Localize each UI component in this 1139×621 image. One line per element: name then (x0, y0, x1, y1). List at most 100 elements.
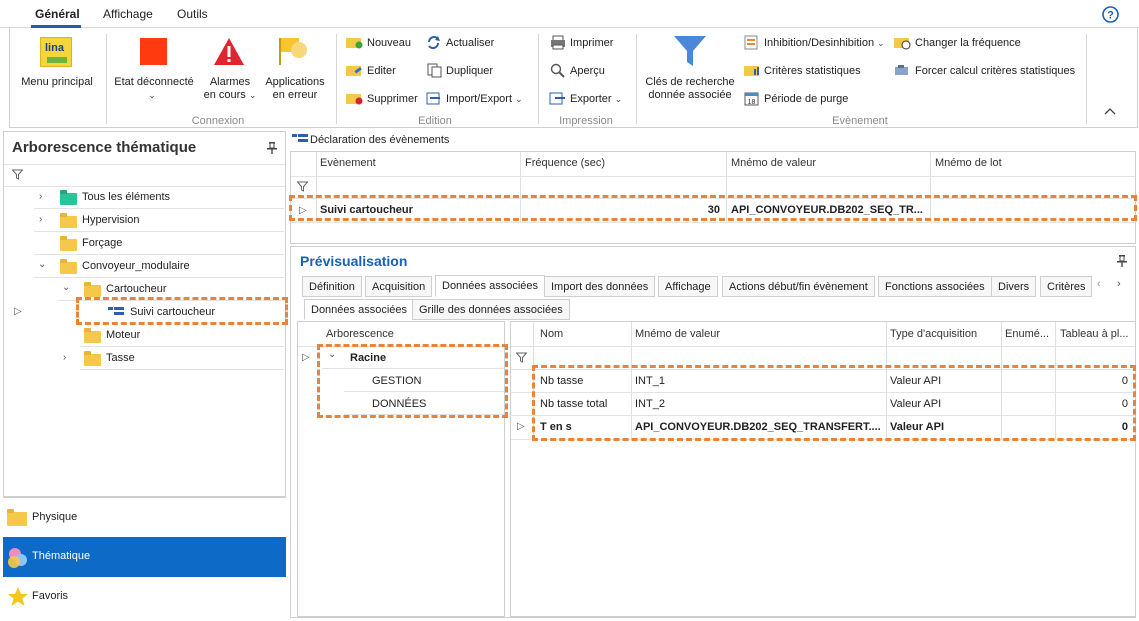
nav-thematique[interactable]: Thématique (3, 537, 286, 577)
dupliquer-button[interactable]: Dupliquer (446, 65, 493, 77)
tree-item-cartoucheur[interactable]: Cartoucheur (106, 283, 167, 295)
tab-affichage[interactable]: Affichage (658, 276, 718, 297)
separator (1086, 34, 1087, 124)
collapse-arrow-icon[interactable]: ⌄ (38, 259, 46, 270)
expand-arrow-icon[interactable]: › (39, 214, 42, 225)
thematique-icon (8, 548, 27, 568)
stats-folder-icon (744, 66, 759, 76)
filter-icon[interactable] (516, 352, 527, 363)
col-tableau[interactable]: Tableau à pl... (1060, 328, 1129, 340)
group-impression-label: Impression (559, 115, 613, 127)
alarm-warning-icon[interactable] (213, 36, 245, 66)
pin-icon[interactable] (1117, 255, 1127, 267)
tab-donnees-associees[interactable]: Données associées (435, 275, 546, 297)
etat-deconnecte-button[interactable]: Etat déconnecté (110, 76, 198, 89)
actualiser-button[interactable]: Actualiser (446, 37, 494, 49)
col-nom[interactable]: Nom (540, 328, 563, 340)
nav-favoris[interactable]: Favoris (3, 577, 286, 617)
help-icon[interactable]: ? (1102, 6, 1119, 23)
nouveau-button[interactable]: Nouveau (367, 37, 411, 49)
col-frequence[interactable]: Fréquence (sec) (525, 157, 605, 169)
filter-icon[interactable] (12, 169, 23, 180)
tree-item-moteur[interactable]: Moteur (106, 329, 140, 341)
col-mnemo-valeur[interactable]: Mnémo de valeur (731, 157, 816, 169)
inhibition-icon (744, 35, 758, 50)
col-mnemo-lot[interactable]: Mnémo de lot (935, 157, 1002, 169)
col-mnemo-valeur[interactable]: Mnémo de valeur (635, 328, 720, 340)
tab-acquisition[interactable]: Acquisition (365, 276, 433, 297)
tab-import-donnees[interactable]: Import des données (544, 276, 656, 297)
lina-logo-icon[interactable]: lina (40, 37, 72, 67)
tree-item-hypervision[interactable]: Hypervision (82, 214, 139, 226)
chevron-down-icon: ⌄ (515, 94, 523, 104)
frequency-folder-icon (894, 38, 911, 50)
subtab-grille-donnees[interactable]: Grille des données associées (412, 299, 570, 320)
group-evenement-label: Evènement (832, 115, 888, 127)
cles-label-2: donnée associée (648, 89, 732, 101)
tree-item-tasse[interactable]: Tasse (106, 352, 135, 364)
alarmes-en-cours-button[interactable]: Alarmes en cours ⌄ (198, 76, 262, 102)
criteres-statistiques-button[interactable]: Critères statistiques (764, 65, 861, 77)
tab-fonctions-associees[interactable]: Fonctions associées (878, 276, 992, 297)
import-export-button[interactable]: Import/Export ⌄ (446, 93, 523, 105)
divider (34, 277, 284, 278)
periode-de-purge-button[interactable]: Période de purge (764, 93, 848, 105)
separator (538, 34, 539, 124)
exporter-button[interactable]: Exporter ⌄ (570, 93, 622, 105)
cles-de-recherche-button[interactable]: Clés de recherche donnée associée (640, 76, 740, 102)
nav-thematique-label: Thématique (32, 550, 91, 562)
force-calc-icon (895, 65, 908, 75)
changer-frequence-button[interactable]: Changer la fréquence (915, 37, 1021, 49)
apercu-button[interactable]: Aperçu (570, 65, 605, 77)
chevron-down-icon: ⌄ (877, 38, 885, 48)
inhibition-button[interactable]: Inhibition/Desinhibition ⌄ (764, 37, 885, 49)
editer-button[interactable]: Editer (367, 65, 396, 77)
filter-funnel-icon[interactable] (672, 34, 708, 68)
divider (291, 176, 1135, 177)
tab-scroll-right-icon[interactable]: › (1117, 278, 1121, 290)
stop-icon[interactable] (140, 38, 167, 65)
delete-folder-icon (346, 94, 363, 105)
tab-definition[interactable]: Définition (302, 276, 362, 297)
tab-divers[interactable]: Divers (991, 276, 1037, 297)
col-arborescence[interactable]: Arborescence (326, 328, 394, 340)
tab-outils[interactable]: Outils (177, 7, 208, 21)
svg-text:18: 18 (748, 99, 756, 106)
applications-error-icon[interactable] (277, 36, 313, 66)
pin-icon[interactable] (267, 142, 277, 154)
applications-en-erreur-button[interactable]: Applications en erreur (262, 76, 328, 102)
filter-icon[interactable] (297, 181, 308, 192)
tab-scroll-left-icon[interactable]: ‹ (1097, 278, 1101, 290)
tree-item-convoyeur-modulaire[interactable]: Convoyeur_modulaire (82, 260, 190, 272)
supprimer-button[interactable]: Supprimer (367, 93, 418, 105)
tab-affichage[interactable]: Affichage (103, 7, 153, 21)
tree-item-forcage[interactable]: Forçage (82, 237, 122, 249)
separator (106, 34, 107, 124)
expand-arrow-icon[interactable]: › (63, 352, 66, 363)
folder-icon (84, 351, 101, 366)
tab-general[interactable]: Général (35, 7, 80, 21)
collapse-arrow-icon[interactable]: ⌄ (62, 282, 70, 293)
tree-item-tous-les-elements[interactable]: Tous les éléments (82, 191, 170, 203)
imprimer-button[interactable]: Imprimer (570, 37, 613, 49)
expand-arrow-icon[interactable]: › (39, 191, 42, 202)
en-erreur-label: en erreur (272, 89, 318, 101)
nav-favoris-label: Favoris (32, 590, 69, 602)
tab-criteres[interactable]: Critères (1040, 276, 1092, 297)
highlight-suivi-cartoucheur (76, 297, 288, 325)
subtab-donnees-associees[interactable]: Données associées (304, 299, 415, 320)
col-type-acquisition[interactable]: Type d'acquisition (890, 328, 977, 340)
col-evenement[interactable]: Evènement (320, 157, 376, 169)
forcer-calcul-button[interactable]: Forcer calcul critères statistiques (915, 65, 1075, 77)
nav-physique[interactable]: Physique (3, 497, 286, 537)
col-enumere[interactable]: Enumé... (1005, 328, 1049, 340)
divider (80, 369, 284, 370)
collapse-ribbon-icon[interactable] (1104, 107, 1116, 115)
en-cours-label: en cours (203, 89, 246, 101)
chevron-down-icon[interactable]: ⌄ (146, 89, 158, 102)
tab-actions[interactable]: Actions début/fin évènement (722, 276, 875, 297)
folder-icon (84, 328, 101, 343)
highlight-event-row (289, 195, 1137, 221)
row-indicator-icon: ▷ (14, 306, 22, 317)
menu-principal-button[interactable]: Menu principal (16, 76, 98, 89)
